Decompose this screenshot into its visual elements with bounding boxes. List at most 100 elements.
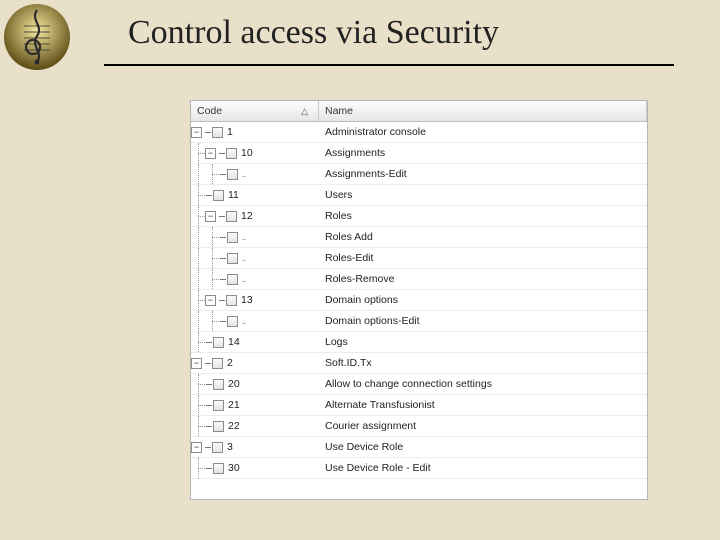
- name-value: Soft.ID.Tx: [319, 357, 647, 369]
- tree-connector-icon: [220, 321, 226, 322]
- checkbox-icon[interactable]: [212, 127, 223, 138]
- tree-connector-icon: [206, 426, 212, 427]
- tree-cell-code: −3: [191, 437, 319, 457]
- tree-rows: −1Administrator console−10Assignments..A…: [191, 122, 647, 479]
- table-row[interactable]: .. Roles-Edit: [191, 248, 647, 269]
- tree-connector-icon: [220, 279, 226, 280]
- code-value: 11: [228, 189, 239, 201]
- tree-cell-code: −1: [191, 122, 319, 142]
- table-row[interactable]: 11 Users: [191, 185, 647, 206]
- table-row[interactable]: − 10 Assignments: [191, 143, 647, 164]
- checkbox-icon[interactable]: [213, 400, 224, 411]
- tree-cell-code: − 13: [191, 290, 319, 310]
- tree-connector-icon: [205, 447, 211, 448]
- checkbox-icon[interactable]: [213, 421, 224, 432]
- checkbox-icon[interactable]: [227, 253, 238, 264]
- tree-cell-code: ..: [191, 248, 319, 268]
- checkbox-icon[interactable]: [227, 274, 238, 285]
- name-value: Assignments-Edit: [319, 168, 647, 180]
- table-row[interactable]: −1Administrator console: [191, 122, 647, 143]
- table-row[interactable]: .. Assignments-Edit: [191, 164, 647, 185]
- tree-connector-icon: [206, 468, 212, 469]
- table-row[interactable]: −3Use Device Role: [191, 437, 647, 458]
- tree-indent-guide: [205, 311, 219, 331]
- table-row[interactable]: − 12 Roles: [191, 206, 647, 227]
- tree-cell-code: 14: [191, 332, 319, 352]
- code-value: 12: [241, 210, 253, 222]
- tree-indent-guide: [191, 311, 205, 331]
- column-header-code[interactable]: Code △: [191, 101, 319, 121]
- table-row[interactable]: ..Roles-Remove: [191, 269, 647, 290]
- tree-indent-guide: [191, 395, 205, 415]
- column-header-name-label: Name: [325, 105, 353, 117]
- tree-connector-icon: [206, 405, 212, 406]
- name-value: Roles-Edit: [319, 252, 647, 264]
- name-value: Roles: [319, 210, 647, 222]
- name-value: Courier assignment: [319, 420, 647, 432]
- code-value: 14: [228, 336, 240, 348]
- collapse-icon[interactable]: −: [191, 442, 202, 453]
- checkbox-icon[interactable]: [213, 463, 224, 474]
- table-row[interactable]: ..Roles Add: [191, 227, 647, 248]
- tree-cell-code: 22: [191, 416, 319, 436]
- slide-title: Control access via Security: [128, 14, 499, 52]
- checkbox-icon[interactable]: [213, 337, 224, 348]
- ellipsis-icon: ..: [242, 169, 246, 180]
- tree-indent-guide: [191, 143, 205, 163]
- name-value: Assignments: [319, 147, 647, 159]
- tree-cell-code: −2: [191, 353, 319, 373]
- checkbox-icon[interactable]: [213, 190, 224, 201]
- checkbox-icon[interactable]: [226, 295, 237, 306]
- name-value: Use Device Role: [319, 441, 647, 453]
- code-value: 13: [241, 294, 253, 306]
- table-row[interactable]: 21Alternate Transfusionist: [191, 395, 647, 416]
- name-value: Domain options-Edit: [319, 315, 647, 327]
- checkbox-icon[interactable]: [226, 148, 237, 159]
- tree-indent-guide: [191, 290, 205, 310]
- tree-connector-icon: [219, 153, 225, 154]
- table-row[interactable]: 30Use Device Role - Edit: [191, 458, 647, 479]
- sort-ascending-icon: △: [301, 106, 308, 117]
- checkbox-icon[interactable]: [213, 379, 224, 390]
- name-value: Use Device Role - Edit: [319, 462, 647, 474]
- tree-indent-guide: [191, 416, 205, 436]
- tree-indent-guide: [191, 458, 205, 478]
- collapse-icon[interactable]: −: [191, 358, 202, 369]
- table-row[interactable]: −13Domain options: [191, 290, 647, 311]
- table-row[interactable]: 14Logs: [191, 332, 647, 353]
- table-row[interactable]: ..Domain options-Edit: [191, 311, 647, 332]
- checkbox-icon[interactable]: [227, 316, 238, 327]
- tree-connector-icon: [206, 195, 212, 196]
- logo-treble-clef: [2, 2, 72, 72]
- checkbox-icon[interactable]: [212, 442, 223, 453]
- checkbox-icon[interactable]: [227, 169, 238, 180]
- code-value: 1: [227, 126, 233, 138]
- tree-indent-guide: [191, 269, 205, 289]
- ellipsis-icon: ..: [242, 274, 246, 285]
- name-value: Users: [319, 189, 647, 201]
- collapse-icon[interactable]: −: [205, 295, 216, 306]
- column-header-name[interactable]: Name: [319, 101, 647, 121]
- collapse-icon[interactable]: −: [205, 148, 216, 159]
- tree-connector-icon: [219, 300, 225, 301]
- tree-connector-icon: [205, 132, 211, 133]
- tree-connector-icon: [219, 216, 225, 217]
- tree-cell-code: ..: [191, 269, 319, 289]
- table-row[interactable]: 20Allow to change connection settings: [191, 374, 647, 395]
- collapse-icon[interactable]: −: [205, 211, 216, 222]
- tree-cell-code: 30: [191, 458, 319, 478]
- checkbox-icon[interactable]: [227, 232, 238, 243]
- code-value: 10: [241, 147, 253, 159]
- title-underline: [104, 64, 674, 66]
- ellipsis-icon: ..: [242, 253, 246, 264]
- tree-indent-guide: [205, 248, 219, 268]
- checkbox-icon[interactable]: [212, 358, 223, 369]
- table-row[interactable]: −2Soft.ID.Tx: [191, 353, 647, 374]
- checkbox-icon[interactable]: [226, 211, 237, 222]
- name-value: Alternate Transfusionist: [319, 399, 647, 411]
- tree-cell-code: ..: [191, 227, 319, 247]
- collapse-icon[interactable]: −: [191, 127, 202, 138]
- column-header-code-label: Code: [197, 105, 222, 117]
- tree-indent-guide: [191, 206, 205, 226]
- table-row[interactable]: 22Courier assignment: [191, 416, 647, 437]
